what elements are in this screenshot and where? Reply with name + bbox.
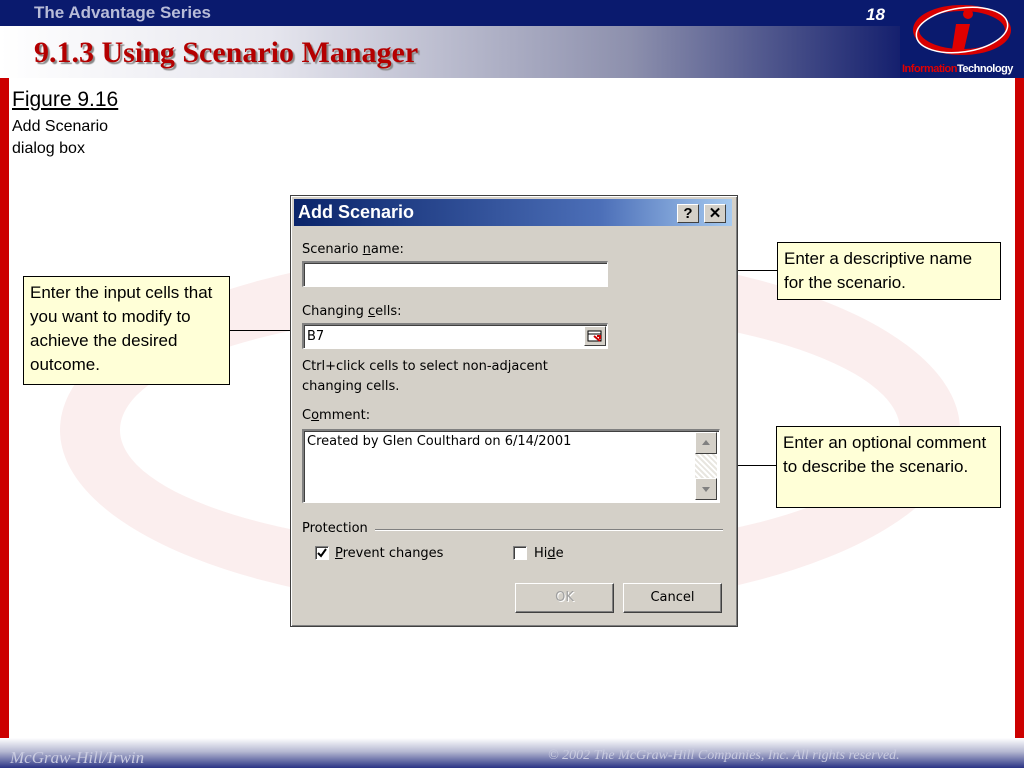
callout-input-cells: Enter the input cells that you want to m… (23, 276, 230, 385)
left-border (0, 78, 9, 738)
logo-text: InformationTechnology (902, 63, 1013, 75)
hint-line-2: changing cells. (302, 379, 400, 394)
scroll-down-button[interactable] (695, 478, 717, 500)
series-name: The Advantage Series (34, 3, 211, 22)
cancel-button[interactable]: Cancel (623, 583, 722, 613)
callout-name: Enter a descriptive name for the scenari… (777, 242, 1001, 300)
prevent-changes-label[interactable]: Prevent changes (335, 546, 443, 561)
dialog-title-bar[interactable]: Add Scenario ? ✕ (294, 199, 732, 226)
hint-line-1: Ctrl+click cells to select non-adjacent (302, 359, 548, 374)
protection-group-line (375, 529, 723, 531)
dialog-title: Add Scenario (298, 202, 415, 222)
hide-checkbox[interactable] (513, 546, 527, 560)
arrow-up-icon (702, 440, 710, 445)
scenario-name-input[interactable] (302, 261, 608, 287)
comment-label: Comment: (302, 408, 371, 423)
scenario-name-label: Scenario name: (302, 242, 404, 257)
logo-i-icon (913, 5, 1011, 55)
callout-comment: Enter an optional comment to describe th… (776, 426, 1001, 508)
footer-copyright: © 2002 The McGraw-Hill Companies, Inc. A… (548, 748, 900, 763)
figure-subtitle: Add Scenario dialog box (12, 118, 109, 157)
range-select-icon (587, 330, 602, 342)
collapse-dialog-button[interactable] (584, 326, 606, 346)
changing-cells-value: B7 (307, 329, 325, 344)
comment-textarea[interactable]: Created by Glen Coulthard on 6/14/2001 (302, 429, 720, 503)
arrow-down-icon (702, 487, 710, 492)
ok-button[interactable]: OK (515, 583, 614, 613)
close-icon: ✕ (708, 205, 722, 222)
footer-publisher: McGraw-Hill/Irwin (10, 748, 145, 767)
protection-label: Protection (302, 521, 368, 536)
changing-cells-label: Changing cells: (302, 304, 402, 319)
scroll-up-button[interactable] (695, 432, 717, 454)
hide-label[interactable]: Hide (534, 546, 564, 561)
figure-title: Figure 9.16 (12, 88, 119, 111)
right-border (1015, 78, 1024, 738)
slide-title: 9.1.3 Using Scenario Manager (34, 36, 419, 69)
prevent-changes-checkbox[interactable] (315, 546, 329, 560)
close-button[interactable]: ✕ (704, 204, 726, 223)
checkmark-icon (317, 548, 327, 558)
help-button[interactable]: ? (677, 204, 699, 223)
add-scenario-dialog: Add Scenario ? ✕ Scenario name: Changing… (290, 195, 738, 627)
comment-value: Created by Glen Coulthard on 6/14/2001 (307, 434, 572, 449)
changing-cells-input[interactable]: B7 (302, 323, 608, 349)
page-number: 18 (866, 5, 885, 24)
